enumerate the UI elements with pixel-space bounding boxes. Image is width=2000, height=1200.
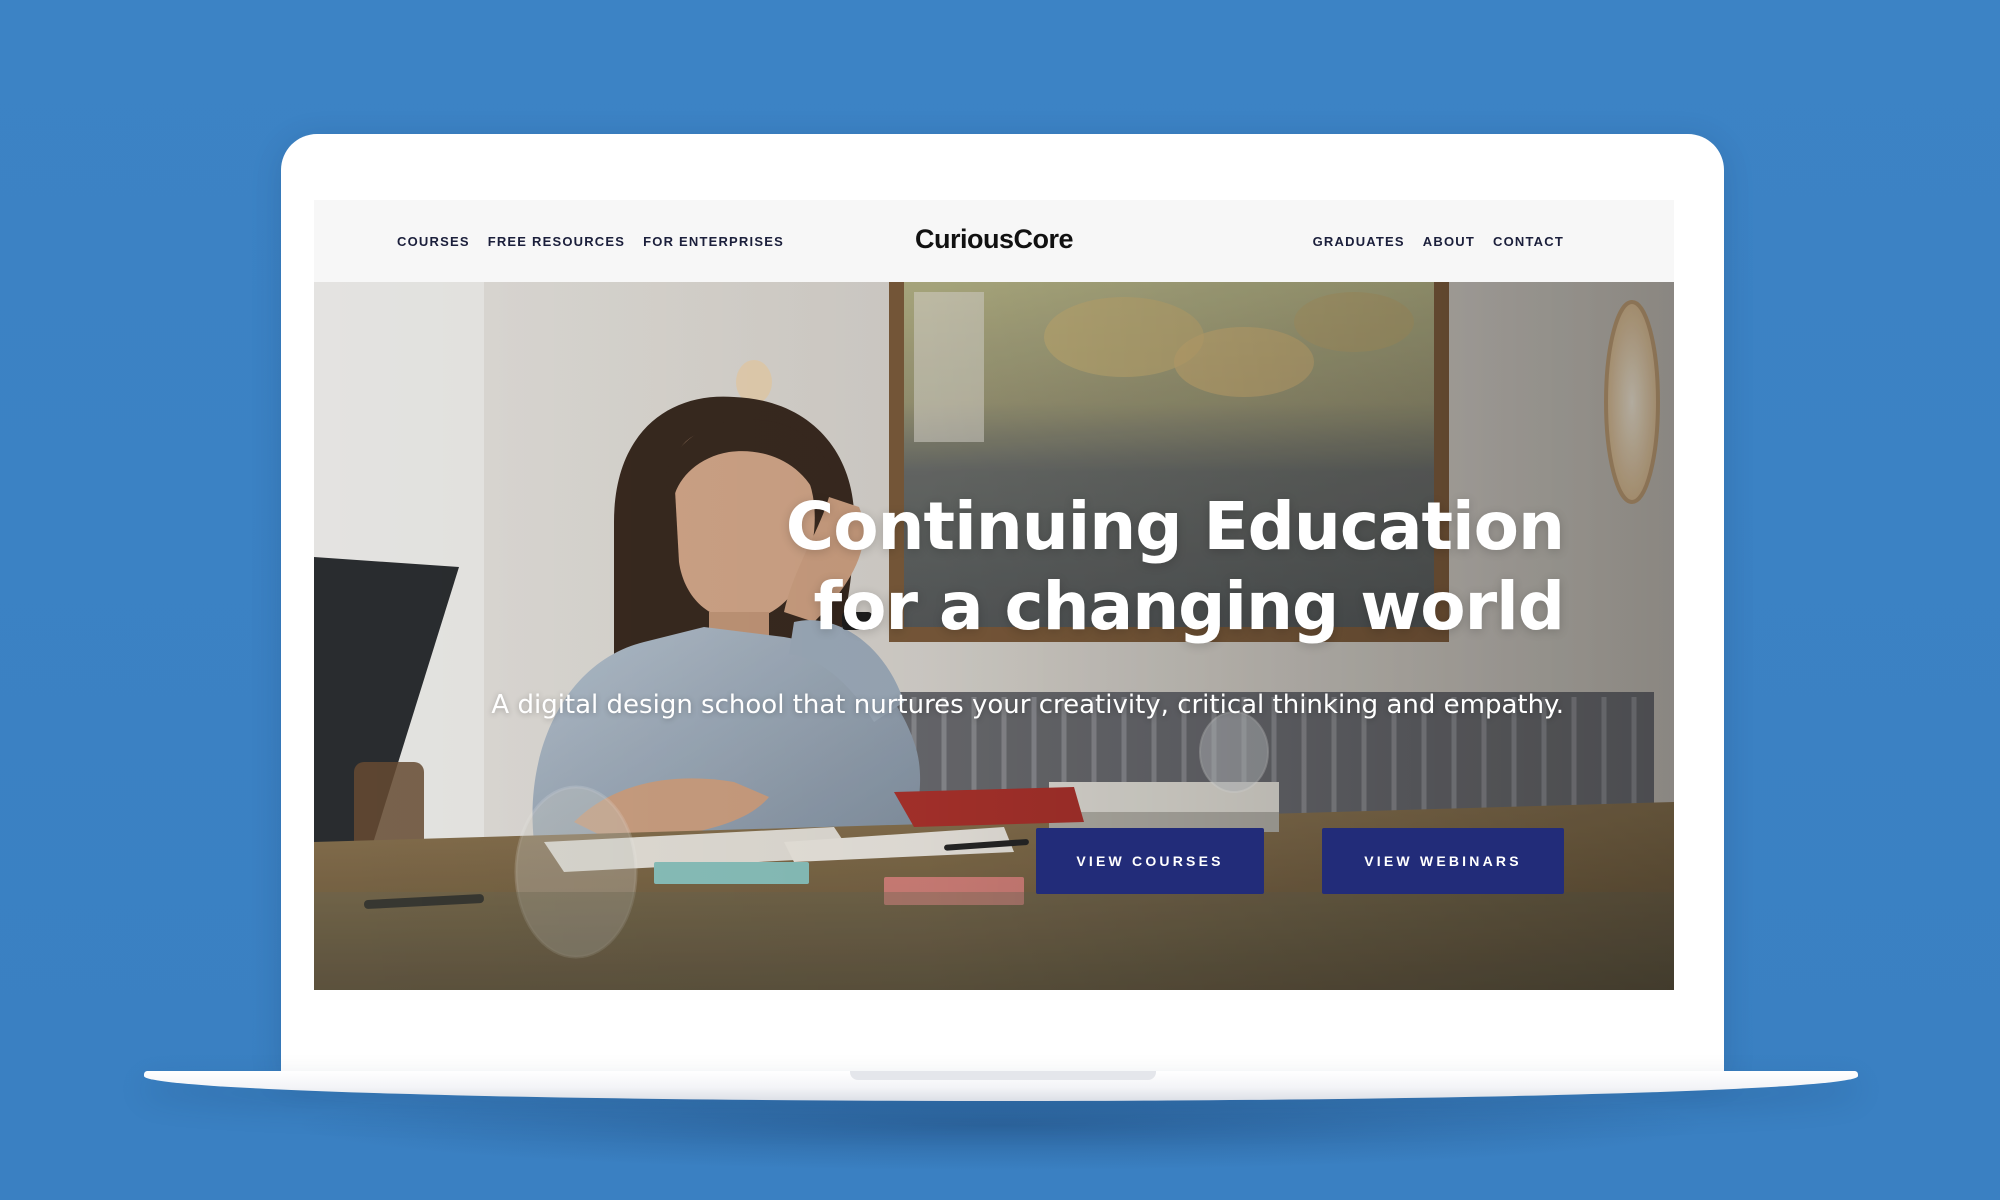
headline-line-2: for a changing world [813, 568, 1565, 645]
site-header: COURSES FREE RESOURCES FOR ENTERPRISES C… [314, 200, 1674, 282]
hero-section: Continuing Education for a changing worl… [314, 282, 1674, 990]
nav-right: GRADUATES ABOUT CONTACT [1313, 200, 1564, 282]
laptop-screen: COURSES FREE RESOURCES FOR ENTERPRISES C… [314, 200, 1674, 990]
nav-link-graduates[interactable]: GRADUATES [1313, 234, 1405, 249]
hero-subheadline: A digital design school that nurtures yo… [491, 690, 1564, 720]
view-courses-button[interactable]: VIEW COURSES [1036, 828, 1264, 894]
laptop-notch [850, 1071, 1156, 1080]
nav-link-about[interactable]: ABOUT [1423, 234, 1475, 249]
nav-link-contact[interactable]: CONTACT [1493, 234, 1564, 249]
hero-headline: Continuing Education for a changing worl… [664, 487, 1565, 647]
view-webinars-button[interactable]: VIEW WEBINARS [1322, 828, 1564, 894]
headline-line-1: Continuing Education [785, 488, 1565, 565]
